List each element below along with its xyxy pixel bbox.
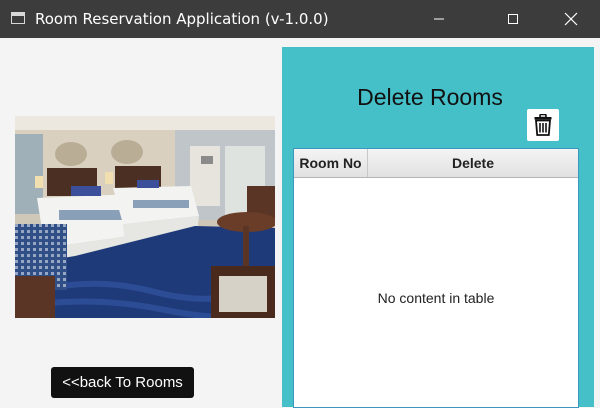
main-content: <<back To Rooms Delete Rooms Room No Del… bbox=[0, 38, 600, 408]
column-header-room-no[interactable]: Room No bbox=[294, 149, 368, 177]
panel-title: Delete Rooms bbox=[357, 84, 503, 110]
window-title: Room Reservation Application (v-1.0.0) bbox=[35, 10, 329, 28]
trash-icon bbox=[534, 114, 552, 136]
app-window-icon bbox=[11, 12, 25, 24]
rooms-table[interactable]: Room No Delete No content in table bbox=[293, 148, 579, 408]
maximize-icon bbox=[508, 14, 518, 24]
maximize-button[interactable] bbox=[490, 0, 536, 38]
delete-rooms-panel: Delete Rooms Room No Delete No content i… bbox=[282, 47, 594, 408]
window-titlebar: Room Reservation Application (v-1.0.0) bbox=[0, 0, 600, 38]
minimize-icon bbox=[434, 18, 444, 20]
empty-table-message: No content in table bbox=[377, 290, 495, 306]
minimize-button[interactable] bbox=[416, 0, 462, 38]
delete-button[interactable] bbox=[527, 109, 559, 141]
column-header-delete[interactable]: Delete bbox=[368, 149, 578, 177]
hotel-room-photo bbox=[15, 116, 275, 318]
close-button[interactable] bbox=[548, 0, 594, 38]
back-to-rooms-button[interactable]: <<back To Rooms bbox=[51, 367, 194, 398]
table-header: Room No Delete bbox=[294, 149, 578, 178]
close-icon bbox=[564, 12, 578, 26]
